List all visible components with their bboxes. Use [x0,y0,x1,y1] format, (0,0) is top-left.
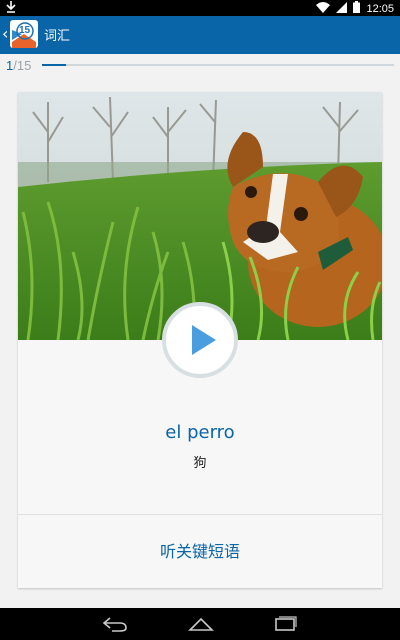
progress-bar [42,64,394,66]
page-title: 词汇 [44,29,71,44]
navigation-bar [0,608,400,640]
play-icon [192,325,216,355]
back-chevron-icon[interactable]: ‹ [2,24,8,44]
wifi-icon [316,1,331,16]
home-icon[interactable] [188,616,214,636]
back-icon[interactable] [102,616,128,636]
status-time: 12:05 [366,2,394,15]
signal-icon [336,1,348,16]
progress-fill [42,64,66,66]
vocabulary-word: el perro [165,422,235,443]
app-logo-text: 15 [19,25,31,36]
download-icon [6,1,16,16]
play-audio-button[interactable] [162,302,238,378]
battery-icon [353,1,361,16]
recents-icon[interactable] [274,616,298,636]
vocabulary-card: el perro 狗 听关键短语 [18,92,382,588]
status-bar: 12:05 [0,0,400,16]
app-logo[interactable]: 15 [10,20,38,48]
listen-key-phrase-button[interactable]: 听关键短语 [18,515,382,588]
word-translation: 狗 [193,456,207,471]
progress-total: /15 [13,58,32,73]
progress-counter: 1/15 [6,58,31,73]
action-bar: ‹ 15 词汇 [0,16,400,54]
